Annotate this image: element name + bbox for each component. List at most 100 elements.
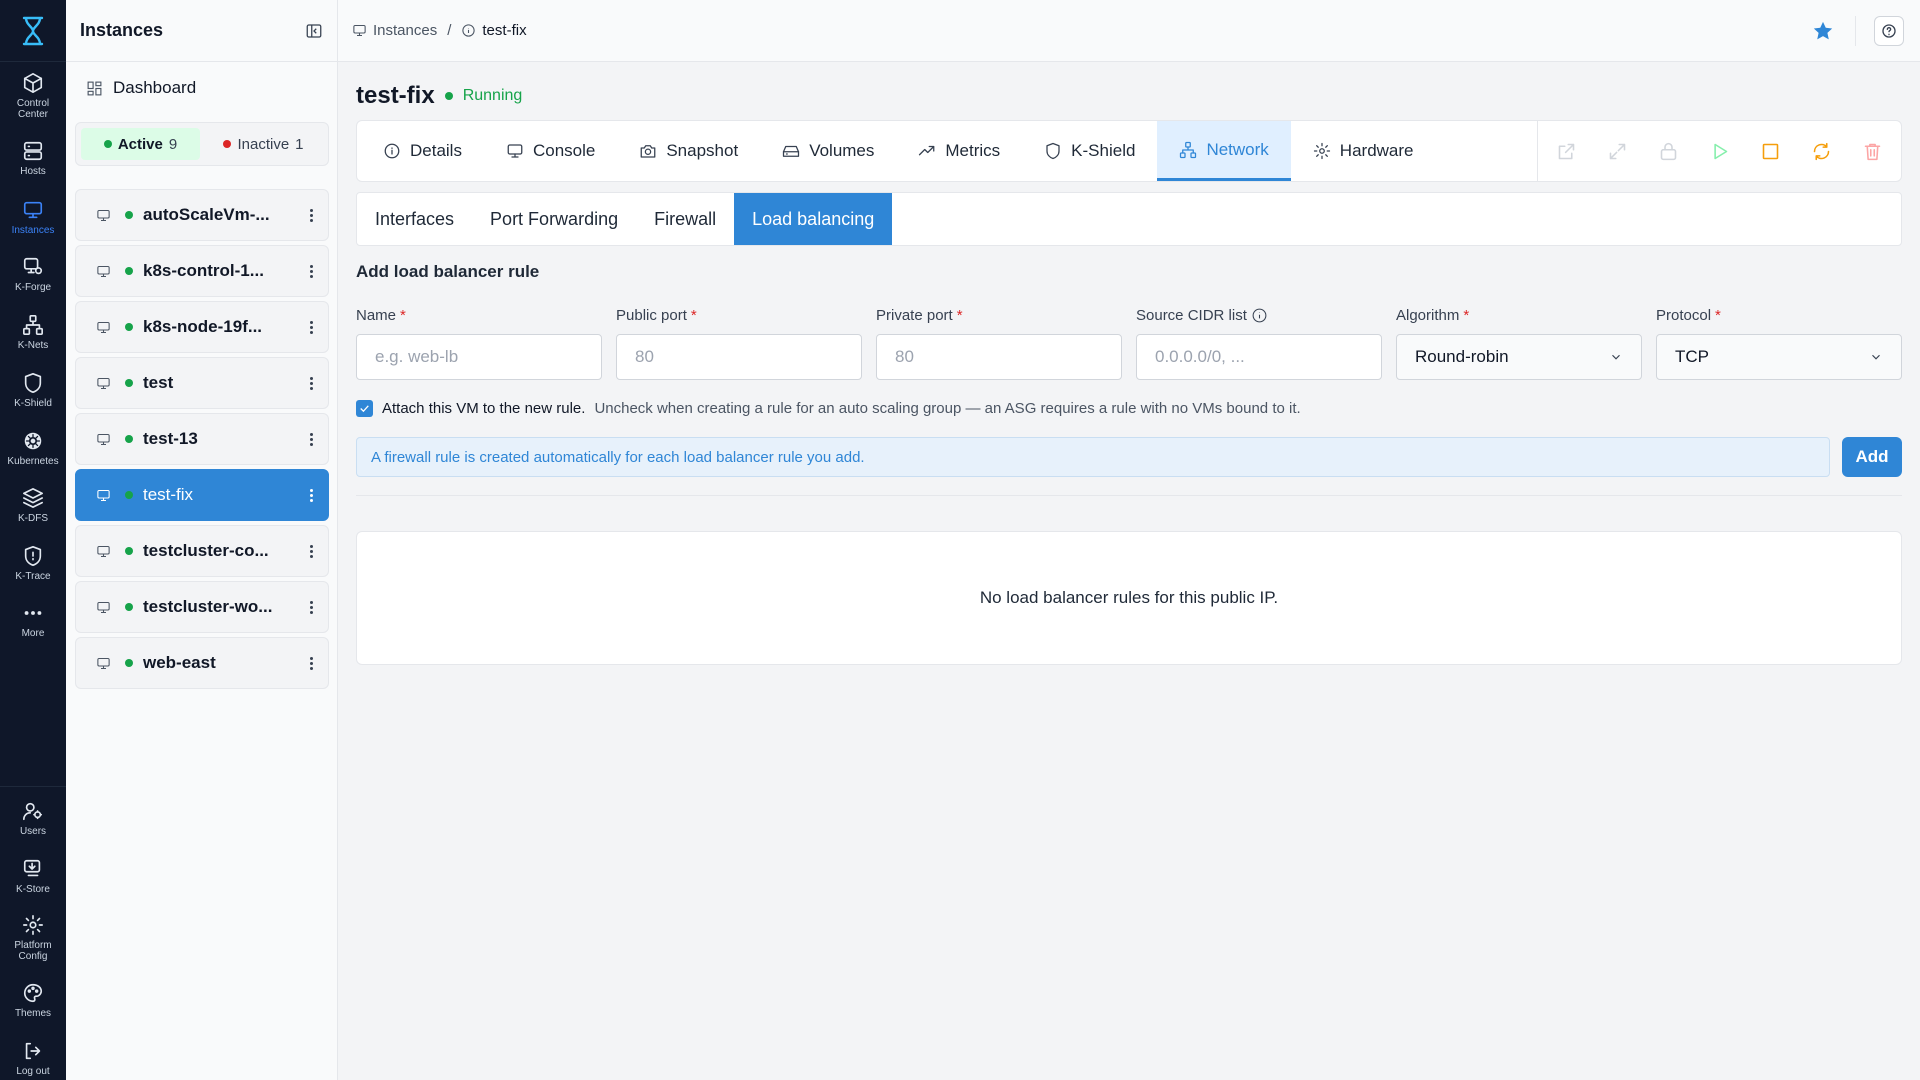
vm-list-item[interactable]: autoScaleVm-... xyxy=(75,189,329,241)
tab-details[interactable]: Details xyxy=(361,121,484,181)
filter-active[interactable]: Active 9 xyxy=(81,128,200,160)
monitor-icon xyxy=(96,376,111,391)
add-rule-button[interactable]: Add xyxy=(1842,437,1902,477)
info-icon[interactable] xyxy=(1251,307,1268,324)
layers-icon xyxy=(23,488,43,508)
vm-list-item[interactable]: web-east xyxy=(75,637,329,689)
rail-more[interactable]: More xyxy=(0,602,66,639)
vm-menu-button[interactable] xyxy=(308,544,314,558)
vm-menu-button[interactable] xyxy=(308,208,314,222)
tab-volumes[interactable]: Volumes xyxy=(760,121,896,181)
vm-menu-button[interactable] xyxy=(308,432,314,446)
cidr-input[interactable] xyxy=(1136,334,1382,380)
page-header: test-fix Running xyxy=(356,82,522,110)
play-icon xyxy=(1714,143,1728,159)
name-input[interactable] xyxy=(356,334,602,380)
subtab-port-forwarding[interactable]: Port Forwarding xyxy=(472,193,636,245)
public-port-field-group: Public port * xyxy=(616,304,862,380)
collapse-sidebar-button[interactable] xyxy=(305,22,323,40)
logout-icon xyxy=(25,1042,41,1060)
sidebar-header: Instances xyxy=(66,0,337,62)
vm-list-item[interactable]: testcluster-wo... xyxy=(75,581,329,633)
monitor-icon xyxy=(96,600,111,615)
subtab-firewall[interactable]: Firewall xyxy=(636,193,734,245)
vm-list-item[interactable]: k8s-control-1... xyxy=(75,245,329,297)
trace-icon xyxy=(24,546,42,566)
attach-vm-checkbox[interactable] xyxy=(356,400,373,417)
breadcrumb-instances[interactable]: Instances xyxy=(373,22,437,39)
protocol-select[interactable]: TCP xyxy=(1656,334,1902,380)
vm-menu-button[interactable] xyxy=(308,656,314,670)
rail-themes[interactable]: Themes xyxy=(0,982,66,1019)
rail-platform-config[interactable]: Platform Config xyxy=(0,914,66,962)
dashboard-link[interactable]: Dashboard xyxy=(86,78,196,98)
shield-icon xyxy=(24,373,42,393)
subtab-interfaces[interactable]: Interfaces xyxy=(357,193,472,245)
favorite-star-button[interactable] xyxy=(1812,20,1834,42)
rail-k-trace[interactable]: K-Trace xyxy=(0,545,66,582)
public-port-input[interactable] xyxy=(616,334,862,380)
tab-metrics[interactable]: Metrics xyxy=(896,121,1022,181)
rail-k-forge[interactable]: K-Forge xyxy=(0,256,66,293)
subtab-load-balancing[interactable]: Load balancing xyxy=(734,193,893,245)
vm-list-item[interactable]: test xyxy=(75,357,329,409)
filter-inactive[interactable]: Inactive 1 xyxy=(204,128,323,160)
lb-rule-form: Name* Public port* Private port* Source … xyxy=(356,304,1902,380)
filter-inactive-count: 1 xyxy=(295,135,304,153)
name-label: Name * xyxy=(356,306,406,324)
rail-divider xyxy=(0,786,66,787)
private-port-input[interactable] xyxy=(876,334,1122,380)
vm-name: web-east xyxy=(143,653,216,672)
sidebar-title: Instances xyxy=(80,20,164,40)
star-icon xyxy=(1813,21,1833,40)
rail-hosts[interactable]: Hosts xyxy=(0,140,66,177)
vm-menu-button[interactable] xyxy=(308,488,314,502)
vm-menu-button[interactable] xyxy=(308,264,314,278)
vm-list-item[interactable]: k8s-node-19f... xyxy=(75,301,329,353)
vm-list-item[interactable]: testcluster-co... xyxy=(75,525,329,577)
open-external-button[interactable] xyxy=(1556,141,1577,162)
start-button[interactable] xyxy=(1709,141,1730,162)
rail-kubernetes[interactable]: Kubernetes xyxy=(0,430,66,467)
sidebar-collapse-icon xyxy=(306,23,322,38)
stop-button[interactable] xyxy=(1760,141,1781,162)
rail-label: Themes xyxy=(14,1008,52,1019)
rail-logout[interactable]: Log out xyxy=(0,1040,66,1077)
rail-instances[interactable]: Instances xyxy=(0,199,66,236)
tab-k-shield[interactable]: K-Shield xyxy=(1022,121,1157,181)
tab-label: Volumes xyxy=(809,141,875,160)
tab-network[interactable]: Network xyxy=(1157,121,1291,181)
rail-control-center[interactable]: Control Center xyxy=(0,72,66,120)
active-dot xyxy=(103,140,112,148)
rail-label: K-Store xyxy=(16,884,50,895)
vm-list-item-selected[interactable]: test-fix xyxy=(75,469,329,521)
restart-button[interactable] xyxy=(1811,141,1832,162)
delete-button[interactable] xyxy=(1862,141,1883,162)
top-bar: Instances / test-fix xyxy=(338,0,1920,62)
rail-label: Control xyxy=(16,98,50,109)
algorithm-field-group: Algorithm * Round-robin xyxy=(1396,304,1642,380)
store-icon xyxy=(23,859,41,877)
rail-k-dfs[interactable]: K-DFS xyxy=(0,487,66,524)
status-dot xyxy=(125,267,133,275)
rail-users[interactable]: Users xyxy=(0,800,66,837)
vm-menu-button[interactable] xyxy=(308,376,314,390)
rail-k-nets[interactable]: K-Nets xyxy=(0,314,66,351)
tab-snapshot[interactable]: Snapshot xyxy=(617,121,760,181)
dashboard-icon xyxy=(87,81,102,95)
vm-menu-button[interactable] xyxy=(308,320,314,334)
migrate-button[interactable] xyxy=(1607,141,1628,162)
vm-list-item[interactable]: test-13 xyxy=(75,413,329,465)
app-logo[interactable] xyxy=(0,0,66,62)
rail-k-shield[interactable]: K-Shield xyxy=(0,372,66,409)
tab-hardware[interactable]: Hardware xyxy=(1291,121,1436,181)
rail-label: Instances xyxy=(11,225,55,236)
rail-k-store[interactable]: K-Store xyxy=(0,858,66,895)
algorithm-select[interactable]: Round-robin xyxy=(1396,334,1642,380)
lock-button[interactable] xyxy=(1658,141,1679,162)
vm-menu-button[interactable] xyxy=(308,600,314,614)
attach-vm-label: Attach this VM to the new rule. xyxy=(382,400,586,417)
help-button[interactable] xyxy=(1874,16,1904,46)
tab-console[interactable]: Console xyxy=(484,121,617,181)
vm-name: autoScaleVm-... xyxy=(143,205,270,224)
